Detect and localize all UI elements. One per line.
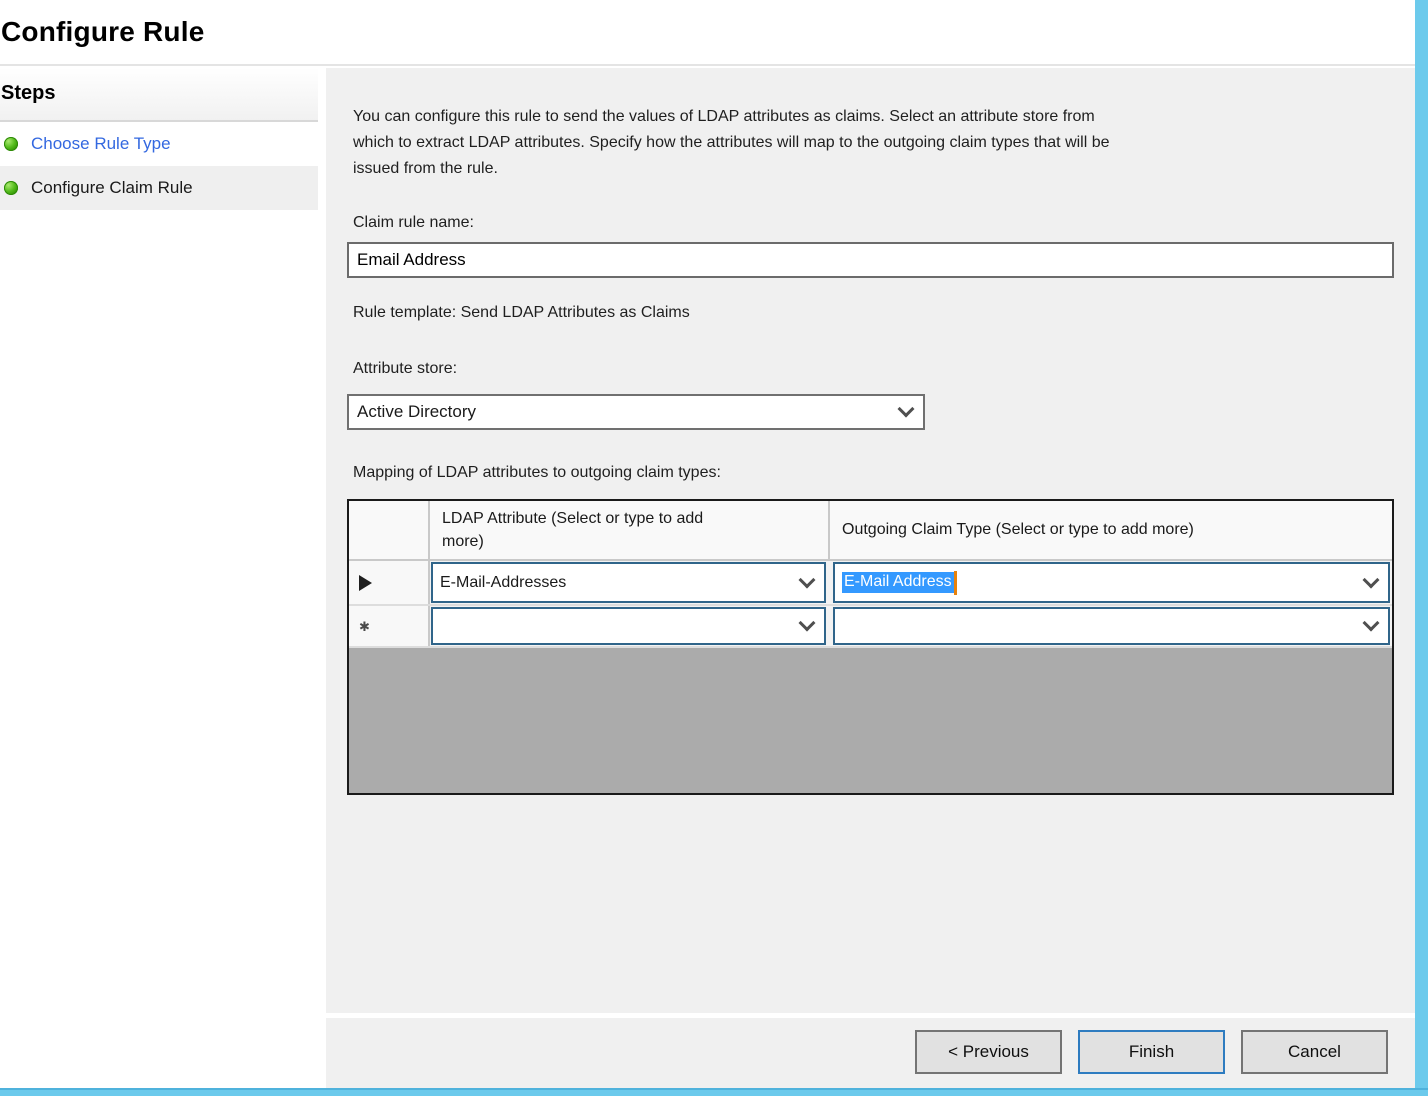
configure-claim-rule-panel: You can configure this rule to send the … [326, 68, 1415, 1013]
cancel-button[interactable]: Cancel [1241, 1030, 1388, 1074]
finish-button[interactable]: Finish [1078, 1030, 1225, 1074]
new-row-asterisk-icon [359, 620, 370, 633]
ldap-attribute-column-header: LDAP Attribute (Select or type to add mo… [430, 501, 830, 559]
step-complete-dot-icon [4, 137, 18, 151]
description-line: You can configure this rule to send the … [353, 104, 1110, 130]
rule-template-text: Rule template: Send LDAP Attributes as C… [353, 304, 690, 322]
wizard-titlebar: Configure Rule [0, 0, 1415, 66]
ldap-attribute-cell: E-Mail-Addresses [430, 561, 830, 604]
chevron-down-icon[interactable] [1365, 574, 1377, 586]
page-title: Configure Rule [1, 16, 204, 48]
table-row [349, 606, 1392, 648]
description-line: issued from the rule. [353, 156, 1110, 182]
outgoing-claim-type-column-header: Outgoing Claim Type (Select or type to a… [830, 501, 1392, 559]
current-row-indicator-cell[interactable] [349, 561, 430, 604]
outgoing-claim-type-cell [830, 606, 1392, 646]
new-row-indicator-cell[interactable] [349, 606, 430, 646]
step-label: Configure Claim Rule [31, 178, 193, 198]
steps-header: Steps [0, 68, 318, 122]
previous-button[interactable]: < Previous [915, 1030, 1062, 1074]
claim-rule-name-label: Claim rule name: [353, 214, 474, 232]
step-complete-dot-icon [4, 181, 18, 195]
outgoing-claim-type-value: E-Mail Address [842, 572, 954, 593]
window-border-right [1415, 0, 1428, 1096]
text-caret [954, 571, 957, 595]
chevron-down-icon[interactable] [1365, 617, 1377, 629]
mapping-grid: LDAP Attribute (Select or type to add mo… [347, 499, 1394, 795]
claim-rule-name-input[interactable] [347, 242, 1394, 278]
attribute-store-combobox[interactable]: Active Directory [347, 394, 925, 430]
rule-description: You can configure this rule to send the … [353, 104, 1110, 182]
wizard-footer: < Previous Finish Cancel [326, 1018, 1415, 1088]
description-line: which to extract LDAP attributes. Specif… [353, 130, 1110, 156]
current-row-arrow-icon [359, 575, 372, 591]
steps-sidebar: Steps Choose Rule Type Configure Claim R… [0, 68, 318, 1088]
sidebar-item-choose-rule-type[interactable]: Choose Rule Type [0, 122, 318, 166]
chevron-down-icon[interactable] [801, 617, 813, 629]
outgoing-claim-type-cell: E-Mail Address [830, 561, 1392, 604]
chevron-down-icon[interactable] [900, 403, 912, 415]
sidebar-item-configure-claim-rule[interactable]: Configure Claim Rule [0, 166, 318, 210]
configure-rule-wizard: Configure Rule Steps Choose Rule Type Co… [0, 0, 1428, 1096]
ldap-attribute-combobox[interactable] [431, 607, 826, 645]
table-row: E-Mail-Addresses E-Mail Address [349, 561, 1392, 606]
window-border-bottom [0, 1088, 1428, 1096]
ldap-attribute-value: E-Mail-Addresses [440, 574, 566, 592]
row-indicator-header-cell [349, 501, 430, 559]
outgoing-claim-type-combobox[interactable] [833, 607, 1390, 645]
chevron-down-icon[interactable] [801, 574, 813, 586]
outgoing-claim-type-combobox[interactable]: E-Mail Address [833, 562, 1390, 603]
attribute-store-value: Active Directory [357, 402, 476, 422]
ldap-attribute-cell [430, 606, 830, 646]
mapping-label: Mapping of LDAP attributes to outgoing c… [353, 464, 721, 482]
attribute-store-label: Attribute store: [353, 360, 457, 378]
ldap-attribute-combobox[interactable]: E-Mail-Addresses [431, 562, 826, 603]
mapping-grid-header: LDAP Attribute (Select or type to add mo… [349, 501, 1392, 561]
step-label: Choose Rule Type [31, 134, 171, 154]
